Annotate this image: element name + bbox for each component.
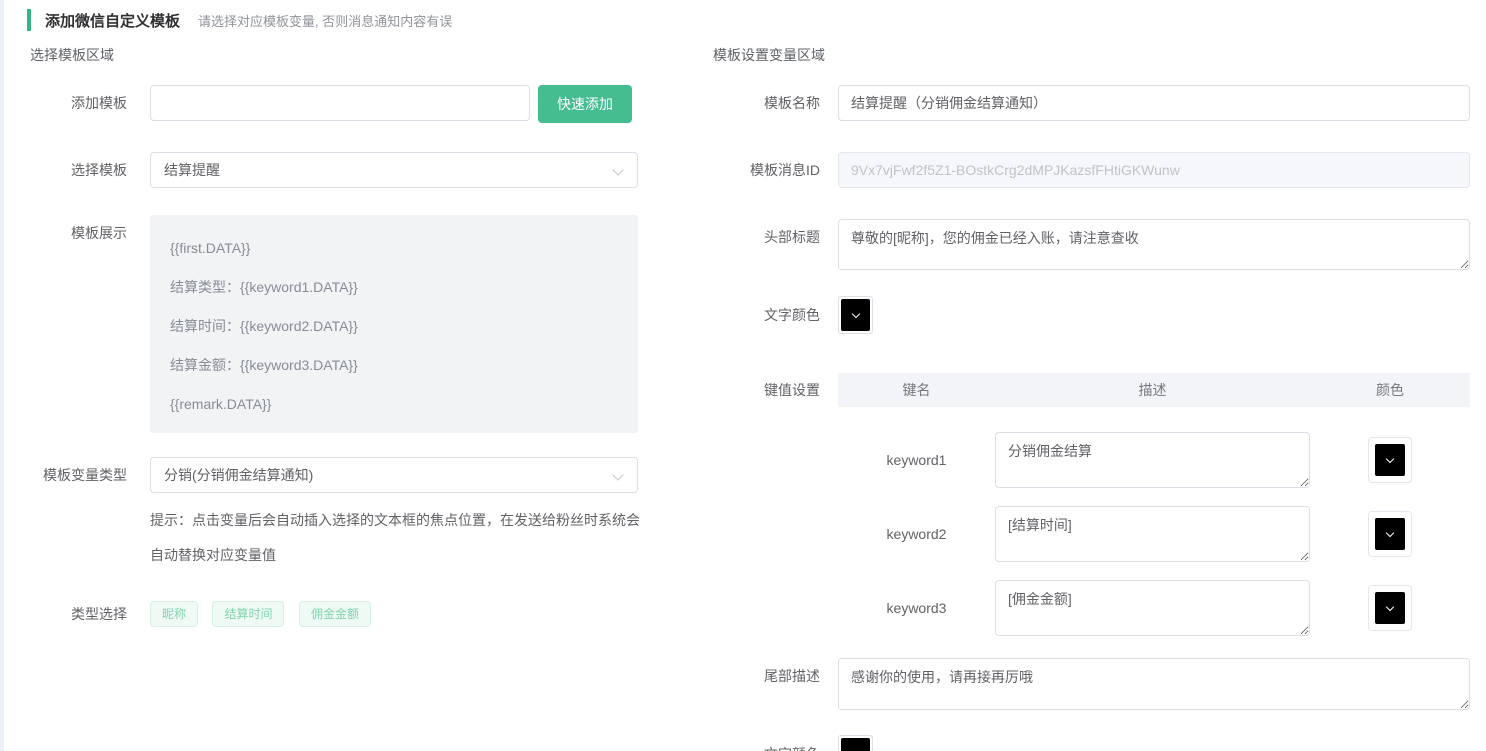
select-template-dropdown[interactable]: 结算提醒 (150, 152, 638, 188)
kv-desc-textarea[interactable]: [结算时间] (995, 506, 1310, 562)
page-title: 添加微信自定义模板 (45, 10, 180, 31)
template-preview-box: {{first.DATA}} 结算类型：{{keyword1.DATA}} 结算… (150, 215, 638, 433)
footer-text-color-row: 文字颜色 (713, 735, 873, 751)
variable-type-row: 模板变量类型 分销(分销佣金结算通知) (30, 457, 638, 493)
right-section-title: 模板设置变量区域 (713, 45, 825, 65)
kv-settings-label: 键值设置 (713, 373, 820, 407)
accent-bar (27, 9, 31, 31)
template-name-label: 模板名称 (713, 85, 820, 121)
kv-col-key: 键名 (838, 380, 995, 400)
header-title-label: 头部标题 (713, 219, 820, 247)
type-select-row: 类型选择 昵称 结算时间 佣金金额 (30, 601, 381, 627)
kv-desc-textarea[interactable]: [佣金金额] (995, 580, 1310, 636)
template-msg-id-row: 模板消息ID (713, 152, 1470, 188)
chevron-down-icon (612, 469, 623, 480)
kv-row-keyword3: keyword3 [佣金金额] (838, 580, 1470, 636)
footer-text-color-label: 文字颜色 (713, 735, 820, 751)
add-wechat-template-page: 添加微信自定义模板 请选择对应模板变量, 否则消息通知内容有误 选择模板区域 模… (0, 0, 1486, 751)
variable-type-value: 分销(分销佣金结算通知) (164, 467, 313, 483)
quick-add-button[interactable]: 快速添加 (538, 85, 632, 123)
text-color-picker[interactable] (838, 296, 873, 334)
kv-table: 键名 描述 颜色 (838, 373, 1470, 407)
add-template-row: 添加模板 快速添加 (30, 85, 632, 123)
variable-hint-text: 提示：点击变量后会自动插入选择的文本框的焦点位置，在发送给粉丝时系统会自动替换对… (150, 503, 650, 573)
preview-line: 结算类型：{{keyword1.DATA}} (170, 268, 618, 307)
tag-settle-time[interactable]: 结算时间 (212, 601, 284, 627)
footer-desc-textarea[interactable]: 感谢你的使用，请再接再厉哦 (838, 658, 1470, 710)
template-msg-id-label: 模板消息ID (713, 152, 820, 188)
kv-settings-row: 键值设置 键名 描述 颜色 (713, 373, 1470, 407)
template-name-row: 模板名称 (713, 85, 1470, 121)
preview-line: {{first.DATA}} (170, 229, 618, 268)
tag-commission-amount[interactable]: 佣金金额 (299, 601, 371, 627)
type-tags: 昵称 结算时间 佣金金额 (150, 601, 381, 627)
select-template-value: 结算提醒 (164, 162, 220, 178)
left-section-title: 选择模板区域 (30, 45, 114, 65)
type-select-label: 类型选择 (30, 601, 127, 627)
add-template-input[interactable] (150, 85, 530, 121)
kv-key-name: keyword1 (838, 452, 995, 468)
select-template-row: 选择模板 结算提醒 (30, 152, 638, 188)
add-template-label: 添加模板 (30, 85, 127, 121)
kv-key-name: keyword3 (838, 600, 995, 616)
header-title-textarea[interactable]: 尊敬的[昵称]，您的佣金已经入账，请注意查收 (838, 219, 1470, 270)
footer-desc-row: 尾部描述 感谢你的使用，请再接再厉哦 (713, 658, 1470, 710)
template-preview-row: 模板展示 {{first.DATA}} 结算类型：{{keyword1.DATA… (30, 215, 638, 433)
color-swatch (841, 738, 870, 751)
text-color-row: 文字颜色 (713, 296, 873, 334)
template-msg-id-input (838, 152, 1470, 188)
page-header: 添加微信自定义模板 请选择对应模板变量, 否则消息通知内容有误 (27, 9, 452, 31)
preview-line: 结算时间：{{keyword2.DATA}} (170, 307, 618, 346)
chevron-down-icon (1386, 602, 1394, 610)
template-name-input[interactable] (838, 85, 1470, 121)
preview-line: {{remark.DATA}} (170, 385, 618, 424)
template-preview-label: 模板展示 (30, 215, 127, 243)
variable-type-label: 模板变量类型 (30, 457, 127, 493)
chevron-down-icon (851, 309, 859, 317)
kv-desc-textarea[interactable]: 分销佣金结算 (995, 432, 1310, 488)
color-swatch (1375, 592, 1405, 624)
chevron-down-icon (612, 164, 623, 175)
kv-table-header: 键名 描述 颜色 (838, 373, 1470, 407)
kv-col-desc: 描述 (995, 380, 1310, 400)
color-swatch (1375, 518, 1405, 550)
text-color-label: 文字颜色 (713, 296, 820, 334)
kv-color-picker[interactable] (1368, 585, 1412, 631)
kv-color-picker[interactable] (1368, 437, 1412, 483)
footer-text-color-picker[interactable] (838, 735, 873, 751)
chevron-down-icon (1386, 454, 1394, 462)
header-title-row: 头部标题 尊敬的[昵称]，您的佣金已经入账，请注意查收 (713, 219, 1470, 270)
kv-key-name: keyword2 (838, 526, 995, 542)
color-swatch (1375, 444, 1405, 476)
tag-nickname[interactable]: 昵称 (150, 601, 198, 627)
kv-row-keyword1: keyword1 分销佣金结算 (838, 432, 1470, 488)
variable-type-dropdown[interactable]: 分销(分销佣金结算通知) (150, 457, 638, 493)
page-edge-strip (0, 0, 4, 751)
kv-row-keyword2: keyword2 [结算时间] (838, 506, 1470, 562)
color-swatch (841, 299, 870, 331)
preview-line: 结算金额：{{keyword3.DATA}} (170, 346, 618, 385)
kv-color-picker[interactable] (1368, 511, 1412, 557)
select-template-label: 选择模板 (30, 152, 127, 188)
kv-col-color: 颜色 (1310, 380, 1470, 400)
chevron-down-icon (1386, 528, 1394, 536)
footer-desc-label: 尾部描述 (713, 658, 820, 686)
page-subtitle: 请选择对应模板变量, 否则消息通知内容有误 (198, 11, 452, 30)
